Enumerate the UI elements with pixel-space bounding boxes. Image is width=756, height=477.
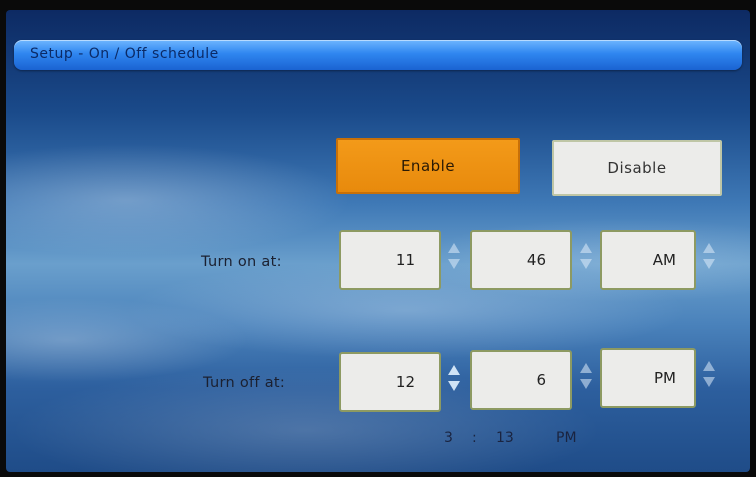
turn-off-period-spinner[interactable]: [703, 361, 715, 395]
turn-on-hour-spinner[interactable]: [448, 243, 460, 277]
arrow-up-icon[interactable]: [703, 361, 715, 371]
arrow-down-icon[interactable]: [703, 377, 715, 387]
turn-on-label: Turn on at:: [201, 254, 282, 270]
arrow-down-icon[interactable]: [580, 379, 592, 389]
current-time-hour: 3: [444, 430, 453, 446]
arrow-down-icon[interactable]: [703, 259, 715, 269]
turn-off-minute-spinner[interactable]: [580, 363, 592, 397]
arrow-up-icon[interactable]: [448, 243, 460, 253]
title-bar: Setup - On / Off schedule: [14, 40, 742, 70]
turn-off-hour-spinner[interactable]: [448, 365, 460, 399]
turn-on-minute-spinner[interactable]: [580, 243, 592, 277]
turn-off-label: Turn off at:: [203, 375, 286, 391]
current-time-minute: 13: [496, 430, 514, 446]
arrow-up-icon[interactable]: [448, 365, 460, 375]
window-title: Setup - On / Off schedule: [30, 46, 219, 62]
turn-on-hour-field[interactable]: 11: [339, 230, 441, 290]
turn-off-hour-field[interactable]: 12: [339, 352, 441, 412]
arrow-up-icon[interactable]: [580, 243, 592, 253]
arrow-down-icon[interactable]: [580, 259, 592, 269]
arrow-down-icon[interactable]: [448, 381, 460, 391]
screen: Setup - On / Off schedule Enable Disable…: [6, 10, 750, 472]
arrow-down-icon[interactable]: [448, 259, 460, 269]
turn-off-minute-field[interactable]: 6: [470, 350, 572, 410]
current-time-separator: :: [472, 430, 477, 446]
turn-off-period-field[interactable]: PM: [600, 348, 696, 408]
turn-on-period-field[interactable]: AM: [600, 230, 696, 290]
arrow-up-icon[interactable]: [703, 243, 715, 253]
disable-button[interactable]: Disable: [552, 140, 722, 196]
current-time-period: PM: [556, 430, 577, 446]
turn-on-minute-field[interactable]: 46: [470, 230, 572, 290]
enable-button[interactable]: Enable: [336, 138, 520, 194]
arrow-up-icon[interactable]: [580, 363, 592, 373]
turn-on-period-spinner[interactable]: [703, 243, 715, 277]
